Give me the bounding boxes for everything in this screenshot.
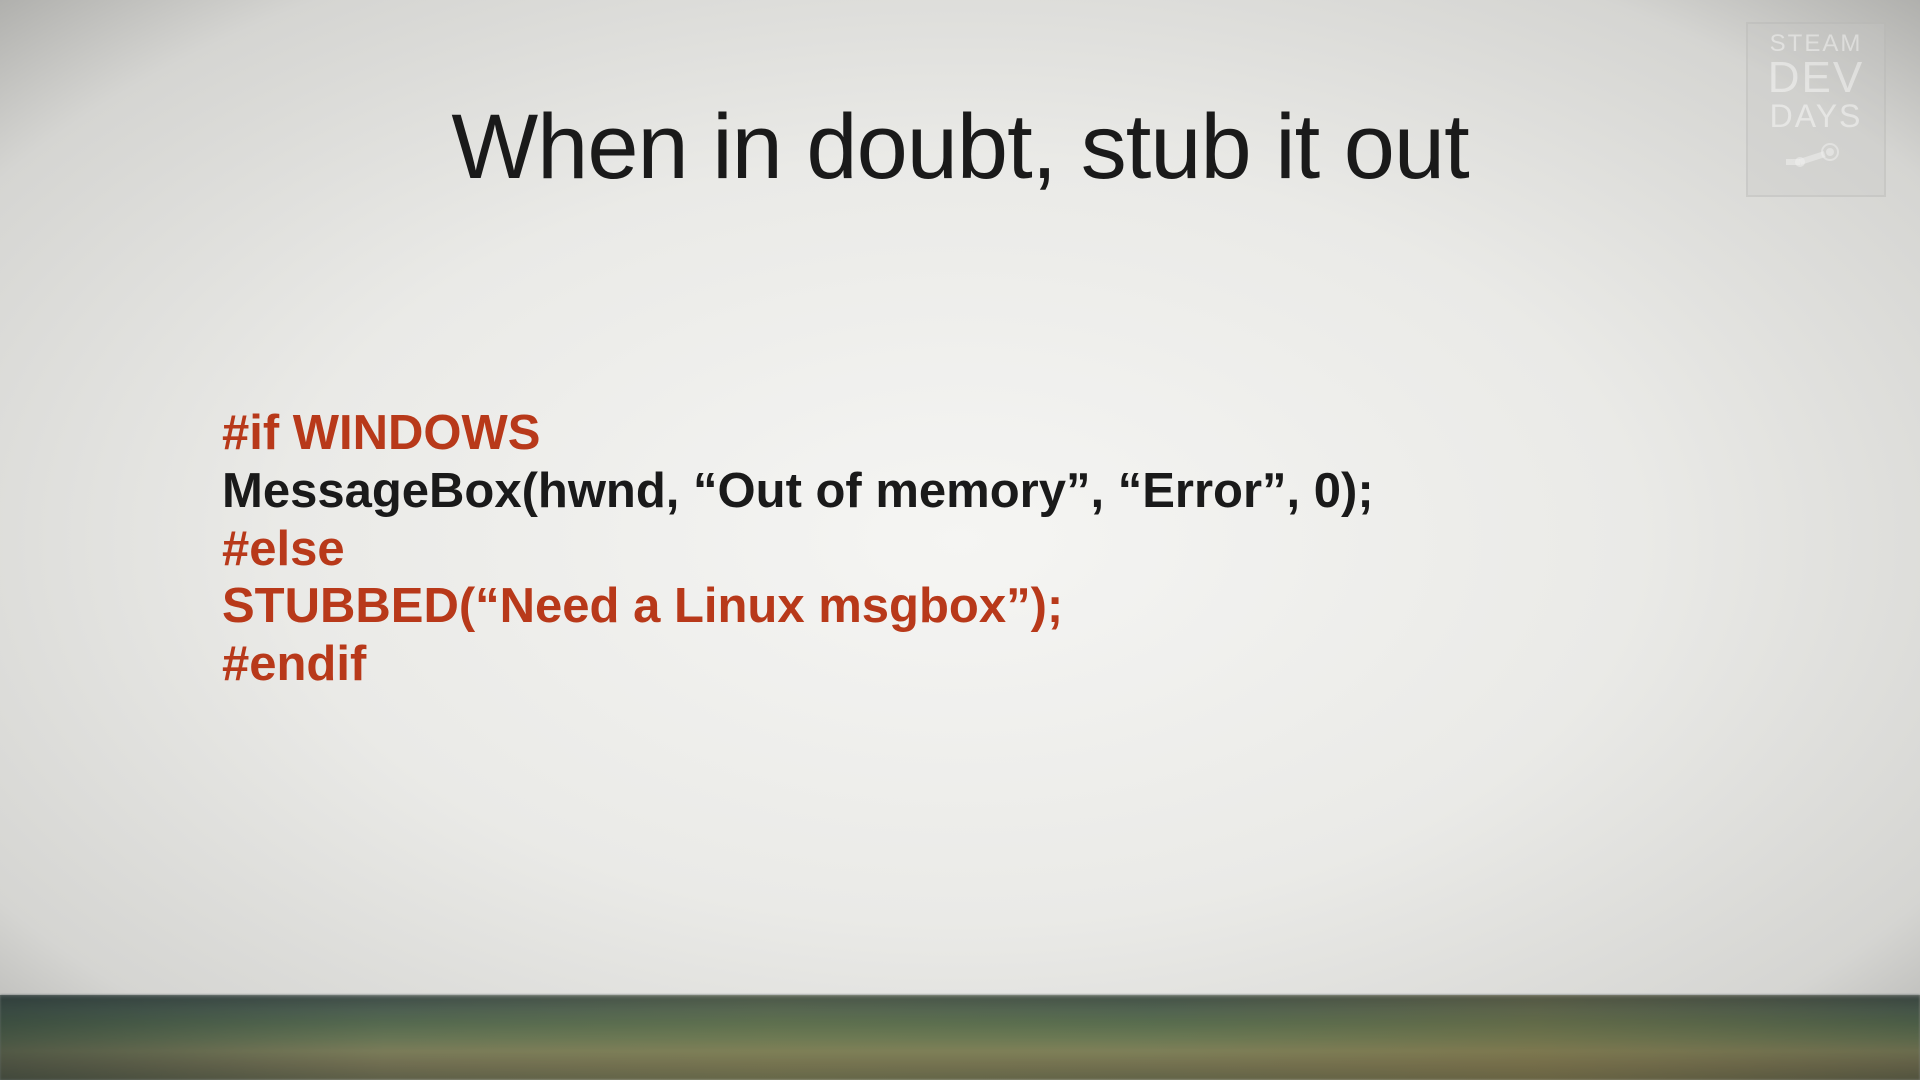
code-block: #if WINDOWS MessageBox(hwnd, “Out of mem…: [222, 405, 1374, 694]
code-line-4: STUBBED(“Need a Linux msgbox”);: [222, 578, 1374, 636]
slide: STEAM DEV DAYS When in doubt, stub it ou…: [0, 0, 1920, 1080]
code-line-3: #else: [222, 521, 1374, 579]
slide-title: When in doubt, stub it out: [0, 95, 1920, 200]
footer-overlay: [0, 995, 1920, 1080]
code-line-2: MessageBox(hwnd, “Out of memory”, “Error…: [222, 463, 1374, 521]
code-line-1: #if WINDOWS: [222, 405, 1374, 463]
code-line-5: #endif: [222, 636, 1374, 694]
logo-line-dev: DEV: [1768, 56, 1864, 100]
